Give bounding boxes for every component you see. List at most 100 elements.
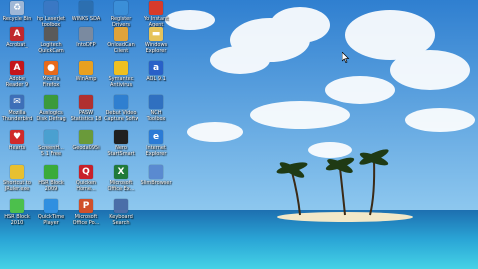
desktop-shortcut[interactable]: Auslogics Disk Defrag xyxy=(34,95,68,127)
desktop-shortcut[interactable]: ♥ Hearts xyxy=(0,130,34,162)
desktop-shortcut-label: Quicken Home... xyxy=(69,180,103,192)
label-line: Explorer xyxy=(145,48,167,54)
label-line: Search xyxy=(112,220,130,226)
label-line: Capture Software xyxy=(104,116,138,122)
desktop-shortcut[interactable]: Q Quicken Home... xyxy=(69,165,103,197)
desktop-shortcut[interactable]: e Internet Explorer xyxy=(139,130,173,162)
desktop-shortcut[interactable]: A Adobe Reader 9 xyxy=(0,61,34,93)
desktop-shortcut[interactable]: Nero StartSmart xyxy=(104,130,138,162)
desktop-shortcut[interactable]: ▬ Windows Explorer xyxy=(139,27,173,59)
desktop-shortcut-label: Geoda095i xyxy=(69,145,103,151)
nero-icon xyxy=(114,130,128,144)
quicktime-icon xyxy=(44,199,58,213)
client-icon xyxy=(114,27,128,41)
recycle-bin-icon: ♻ xyxy=(10,1,24,15)
desktop-shortcut-label: Debut VideoCapture Software xyxy=(104,110,138,122)
label-line: Explorer xyxy=(145,151,167,157)
label-line: IntoDFP xyxy=(76,42,96,48)
shield-icon xyxy=(114,61,128,75)
desktop-shortcut[interactable]: ✉ Mozilla Thunderbird xyxy=(0,95,34,127)
desktop-shortcut-label: PASW Statistics 18 xyxy=(69,110,103,122)
desktop-shortcut-label: Hearts xyxy=(0,145,34,151)
desktop-shortcut[interactable]: SlimBrowser xyxy=(139,165,173,197)
desktop-shortcut[interactable]: Logitech QuickCam xyxy=(34,27,68,59)
desktop-shortcut[interactable]: X Microsoft Office Ex... xyxy=(104,165,138,197)
desktop-shortcut[interactable]: NCH Toolbox xyxy=(139,95,173,127)
desktop-shortcut[interactable]: WinAmp xyxy=(69,61,103,93)
label-line: Office Ex... xyxy=(107,186,135,192)
keyboard-icon xyxy=(114,199,128,213)
powerpoint-icon: P xyxy=(79,199,93,213)
desktop-shortcut-label: HSR Block 2009 xyxy=(34,180,68,192)
agent-icon xyxy=(149,1,163,15)
aol-icon: a xyxy=(149,61,163,75)
label-line: Toolbox xyxy=(146,116,166,122)
desktop-shortcut[interactable]: Symantec Antivirus xyxy=(104,61,138,93)
desktop-shortcut[interactable]: ● Mozilla Firefox xyxy=(34,61,68,93)
desktop-shortcut[interactable]: HSR Block 2009 xyxy=(34,165,68,197)
desktop-shortcut-label: Windows Explorer xyxy=(139,42,173,54)
screenshot-icon xyxy=(44,130,58,144)
label-line: Reader 9 xyxy=(5,82,29,88)
label-line: AOL 9.1 xyxy=(146,76,166,82)
green-block-icon xyxy=(10,199,24,213)
green-block-icon xyxy=(44,165,58,179)
desktop-shortcut[interactable]: a AOL 9.1 xyxy=(139,61,173,93)
winamp-icon xyxy=(79,61,93,75)
wrench-icon xyxy=(79,27,93,41)
label-line: Geoda095i xyxy=(72,145,100,151)
desktop-shortcut-label: AOL 9.1 xyxy=(139,76,173,82)
desktop-shortcut[interactable]: A Acrobat_ xyxy=(0,27,34,59)
webcam-icon xyxy=(44,27,58,41)
desktop-shortcut-label: Keyboard Search xyxy=(104,214,138,226)
adobe-reader-icon: A xyxy=(10,61,24,75)
geoda-icon xyxy=(79,130,93,144)
label-line: StartSmart xyxy=(107,151,135,157)
desktop-shortcut-label: WINKS SDA xyxy=(69,16,103,22)
desktop-shortcut-label: Logitech QuickCam xyxy=(34,42,68,54)
printer-icon xyxy=(44,1,58,15)
label-line: Firefox xyxy=(42,82,60,88)
desktop-shortcut[interactable]: Shortcut to JRuler.exe xyxy=(0,165,34,197)
label-line: Player xyxy=(43,220,59,226)
hearts-icon: ♥ xyxy=(10,130,24,144)
desktop-shortcut-label: Nero StartSmart xyxy=(104,145,138,157)
desktop-shortcut[interactable]: PASW Statistics 18 xyxy=(69,95,103,127)
desktop-shortcut[interactable]: Keyboard Search xyxy=(104,199,138,231)
label-line: Disk Defrag xyxy=(36,116,66,122)
desktop-shortcut-label: IntoDFP xyxy=(69,42,103,48)
excel-icon: X xyxy=(114,165,128,179)
defrag-icon xyxy=(44,95,58,109)
register-icon xyxy=(114,1,128,15)
desktop-shortcut[interactable]: OnloadCan Client xyxy=(104,27,138,59)
acrobat-icon: A xyxy=(10,27,24,41)
desktop[interactable]: ♻ Recycle Bin hp LaserJet toolbox WINKS SDA R… xyxy=(0,0,478,269)
desktop-shortcut[interactable]: QuickTime Player xyxy=(34,199,68,231)
desktop-shortcut[interactable]: Debut VideoCapture Software xyxy=(104,95,138,127)
desktop-shortcut-label: HSR Block 2010 xyxy=(0,214,34,226)
label-line: SlimBrowser xyxy=(140,180,172,186)
desktop-shortcut-label: Mozilla Thunderbird xyxy=(0,110,34,122)
browser-icon xyxy=(149,165,163,179)
desktop-shortcut-label: NCH Toolbox xyxy=(139,110,173,122)
desktop-shortcut-label: Microsoft Office Po... xyxy=(69,214,103,226)
label-line: QuickCam xyxy=(38,48,64,54)
desktop-shortcut-label: Acrobat_ xyxy=(0,42,34,48)
desktop-shortcut[interactable]: P Microsoft Office Po... xyxy=(69,199,103,231)
label-line: WinAmp xyxy=(75,76,97,82)
desktop-shortcut[interactable]: ScreenH... 5.1 Free xyxy=(34,130,68,162)
label-line: Office Po... xyxy=(72,220,100,226)
desktop-shortcut[interactable]: IntoDFP xyxy=(69,27,103,59)
desktop-shortcut[interactable]: Geoda095i xyxy=(69,130,103,162)
internet-explorer-icon: e xyxy=(149,130,163,144)
label-line: 5.1 Free xyxy=(40,151,62,157)
desktop-shortcut-label: Internet Explorer xyxy=(139,145,173,157)
desktop-shortcut-label: Microsoft Office Ex... xyxy=(104,180,138,192)
desktop-shortcut-label: Auslogics Disk Defrag xyxy=(34,110,68,122)
firefox-icon: ● xyxy=(44,61,58,75)
statistics-icon xyxy=(79,95,93,109)
desktop-shortcut-label: Recycle Bin xyxy=(0,16,34,22)
desktop-shortcut-label: WinAmp xyxy=(69,76,103,82)
desktop-shortcut[interactable]: HSR Block 2010 xyxy=(0,199,34,231)
desktop-shortcut-label: Adobe Reader 9 xyxy=(0,76,34,88)
